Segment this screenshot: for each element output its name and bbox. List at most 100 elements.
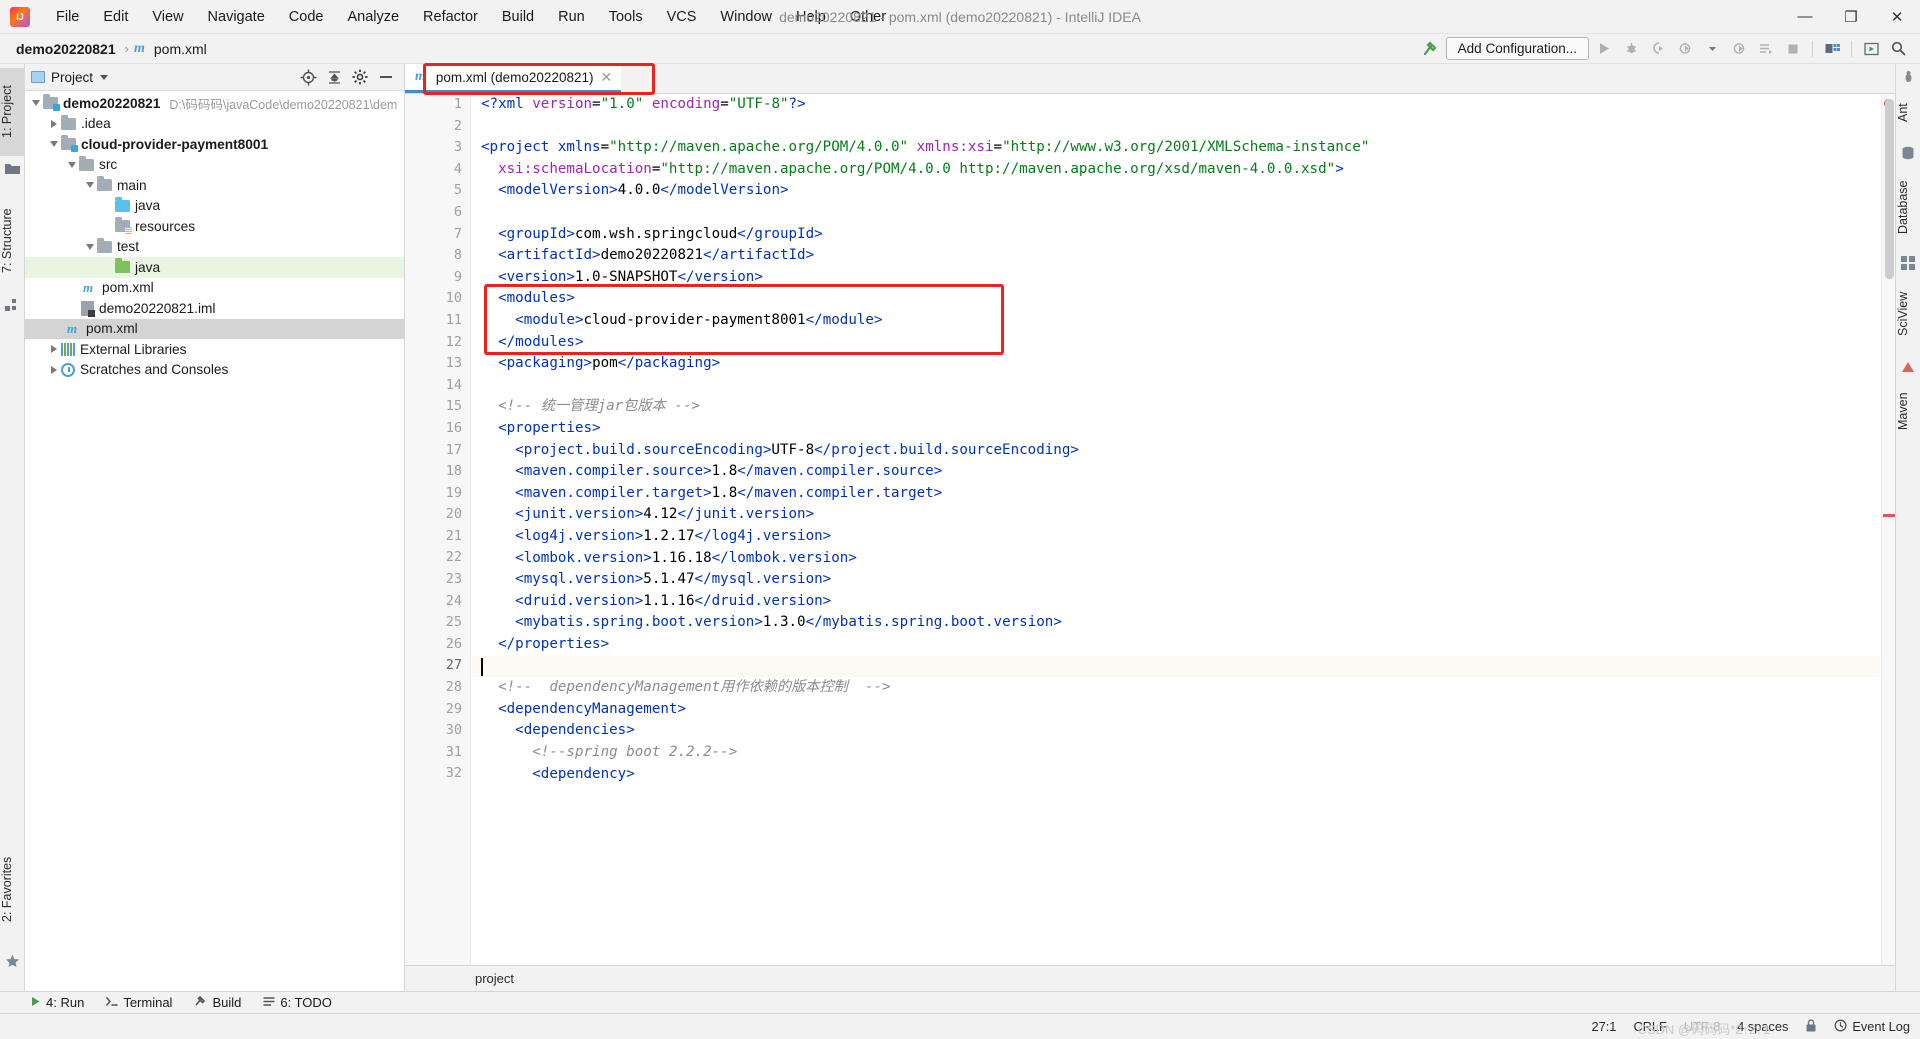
code-line[interactable]: <lombok.version>1.16.18</lombok.version> — [471, 548, 1881, 570]
code-line[interactable]: </properties> — [471, 634, 1881, 656]
menu-view[interactable]: View — [140, 5, 195, 29]
tool-window-run[interactable]: 4: Run — [30, 995, 84, 1010]
sciview-icon[interactable] — [1901, 256, 1916, 271]
code-line[interactable] — [471, 202, 1881, 224]
code-line[interactable]: <modelVersion>4.0.0</modelVersion> — [471, 180, 1881, 202]
favorites-star-icon[interactable] — [5, 954, 20, 969]
tree-item-idea[interactable]: .idea — [25, 114, 404, 135]
menu-help[interactable]: Help — [784, 5, 838, 29]
menu-other[interactable]: Other — [838, 5, 898, 29]
code-line[interactable]: <mysql.version>5.1.47</mysql.version> — [471, 569, 1881, 591]
tree-item-main[interactable]: main — [25, 175, 404, 196]
code-line[interactable]: xsi:schemaLocation="http://maven.apache.… — [471, 159, 1881, 181]
tree-item-root-pom[interactable]: m pom.xml — [25, 319, 404, 340]
line-separator[interactable]: CRLF — [1633, 1019, 1666, 1034]
event-log-button[interactable]: Event Log — [1834, 1019, 1910, 1035]
sidebar-item-maven[interactable]: Maven — [1896, 380, 1920, 442]
menu-build[interactable]: Build — [490, 5, 546, 29]
breadcrumb-project[interactable]: demo20220821 — [12, 39, 120, 59]
run-with-list-icon[interactable] — [1754, 38, 1778, 60]
code-editor[interactable]: 123m↓45678910111213141516171819202122232… — [405, 94, 1895, 965]
expand-arrow-down-icon[interactable] — [29, 100, 43, 106]
database-icon[interactable] — [1901, 146, 1916, 161]
editor-scrollbar-thumb[interactable] — [1885, 99, 1894, 279]
code-line[interactable]: <maven.compiler.source>1.8</maven.compil… — [471, 461, 1881, 483]
search-everywhere-icon[interactable] — [1886, 38, 1910, 60]
marker-stripe[interactable] — [1883, 514, 1895, 517]
code-line[interactable]: <modules> — [471, 288, 1881, 310]
attach-process-icon[interactable] — [1727, 38, 1751, 60]
code-line[interactable]: <packaging>pom</packaging> — [471, 353, 1881, 375]
profile-dropdown-icon[interactable] — [1700, 38, 1724, 60]
run-icon[interactable] — [1592, 38, 1616, 60]
code-line[interactable]: <project.build.sourceEncoding>UTF-8</pro… — [471, 440, 1881, 462]
sidebar-item-project[interactable]: 1: Project — [0, 68, 25, 156]
breadcrumb-file[interactable]: pom.xml — [150, 39, 211, 59]
collapse-all-icon[interactable] — [326, 69, 342, 85]
code-line[interactable]: <dependency> — [471, 764, 1881, 786]
stop-icon[interactable] — [1781, 38, 1805, 60]
menu-run[interactable]: Run — [546, 5, 597, 29]
code-line[interactable] — [471, 116, 1881, 138]
indent-setting[interactable]: 4 spaces — [1737, 1019, 1788, 1034]
tree-item-cloud-provider-payment8001[interactable]: cloud-provider-payment8001 — [25, 134, 404, 155]
expand-arrow-down-icon[interactable] — [83, 244, 97, 250]
settings-gear-icon[interactable] — [352, 69, 368, 85]
tool-window-todo[interactable]: 6: TODO — [263, 995, 332, 1010]
code-line[interactable]: <log4j.version>1.2.17</log4j.version> — [471, 526, 1881, 548]
project-folder-icon[interactable] — [5, 162, 20, 177]
code-line[interactable]: <dependencies> — [471, 720, 1881, 742]
sidebar-item-structure[interactable]: 7: Structure — [0, 189, 25, 293]
close-tab-icon[interactable]: ✕ — [600, 69, 612, 86]
menu-file[interactable]: File — [44, 5, 91, 29]
code-line[interactable]: <module>cloud-provider-payment8001</modu… — [471, 310, 1881, 332]
code-line[interactable]: <!--spring boot 2.2.2--> — [471, 742, 1881, 764]
close-button[interactable]: ✕ — [1874, 0, 1920, 34]
sidebar-item-database[interactable]: Database — [1896, 166, 1920, 248]
expand-arrow-right-icon[interactable] — [47, 345, 61, 353]
tree-item-main-java[interactable]: java — [25, 196, 404, 217]
profile-icon[interactable] — [1673, 38, 1697, 60]
code-line[interactable]: <junit.version>4.12</junit.version> — [471, 504, 1881, 526]
select-run-configuration-icon[interactable] — [1859, 38, 1883, 60]
expand-arrow-down-icon[interactable] — [65, 162, 79, 168]
build-hammer-icon[interactable] — [1419, 38, 1443, 60]
sidebar-item-ant[interactable]: Ant — [1896, 90, 1920, 136]
tool-window-build[interactable]: Build — [194, 995, 241, 1010]
chevron-down-icon[interactable] — [100, 75, 108, 80]
editor-tab-pom-xml[interactable]: m pom.xml (demo20220821) ✕ — [405, 64, 621, 93]
tool-window-terminal[interactable]: Terminal — [106, 995, 172, 1010]
project-tree[interactable]: demo20220821 D:\码码码\javaCode\demo2022082… — [25, 91, 404, 991]
menu-window[interactable]: Window — [708, 5, 784, 29]
caret-position[interactable]: 27:1 — [1592, 1019, 1617, 1034]
expand-arrow-right-icon[interactable] — [47, 120, 61, 128]
expand-arrow-down-icon[interactable] — [47, 141, 61, 147]
sidebar-item-favorites[interactable]: 2: Favorites — [0, 835, 25, 943]
code-line[interactable] — [471, 375, 1881, 397]
ant-icon[interactable] — [1901, 70, 1916, 85]
file-encoding[interactable]: UTF-8 — [1684, 1019, 1720, 1034]
tree-item-resources[interactable]: resources — [25, 216, 404, 237]
code-line[interactable]: <version>1.0-SNAPSHOT</version> — [471, 267, 1881, 289]
sidebar-item-sciview[interactable]: SciView — [1896, 276, 1920, 352]
tree-item-iml[interactable]: demo20220821.iml — [25, 298, 404, 319]
code-line[interactable]: <properties> — [471, 418, 1881, 440]
tree-item-external-libraries[interactable]: External Libraries — [25, 339, 404, 360]
menu-refactor[interactable]: Refactor — [411, 5, 490, 29]
tree-item-test[interactable]: test — [25, 237, 404, 258]
code-line[interactable]: <druid.version>1.1.16</druid.version> — [471, 591, 1881, 613]
code-line[interactable]: <artifactId>demo20220821</artifactId> — [471, 245, 1881, 267]
menu-vcs[interactable]: VCS — [655, 5, 709, 29]
locate-icon[interactable] — [300, 69, 316, 85]
maximize-button[interactable]: ❐ — [1828, 0, 1874, 34]
lock-icon[interactable] — [1805, 1019, 1817, 1035]
hide-panel-icon[interactable] — [378, 69, 394, 85]
minimize-button[interactable]: — — [1782, 0, 1828, 34]
menu-code[interactable]: Code — [277, 5, 336, 29]
tree-item-scratches[interactable]: Scratches and Consoles — [25, 360, 404, 381]
menu-analyze[interactable]: Analyze — [335, 5, 411, 29]
maven-icon[interactable] — [1901, 360, 1916, 375]
add-configuration-button[interactable]: Add Configuration... — [1446, 37, 1589, 60]
code-line[interactable]: <!-- 统一管理jar包版本 --> — [471, 396, 1881, 418]
code-line[interactable]: <!-- dependencyManagement用作依赖的版本控制 --> — [471, 677, 1881, 699]
